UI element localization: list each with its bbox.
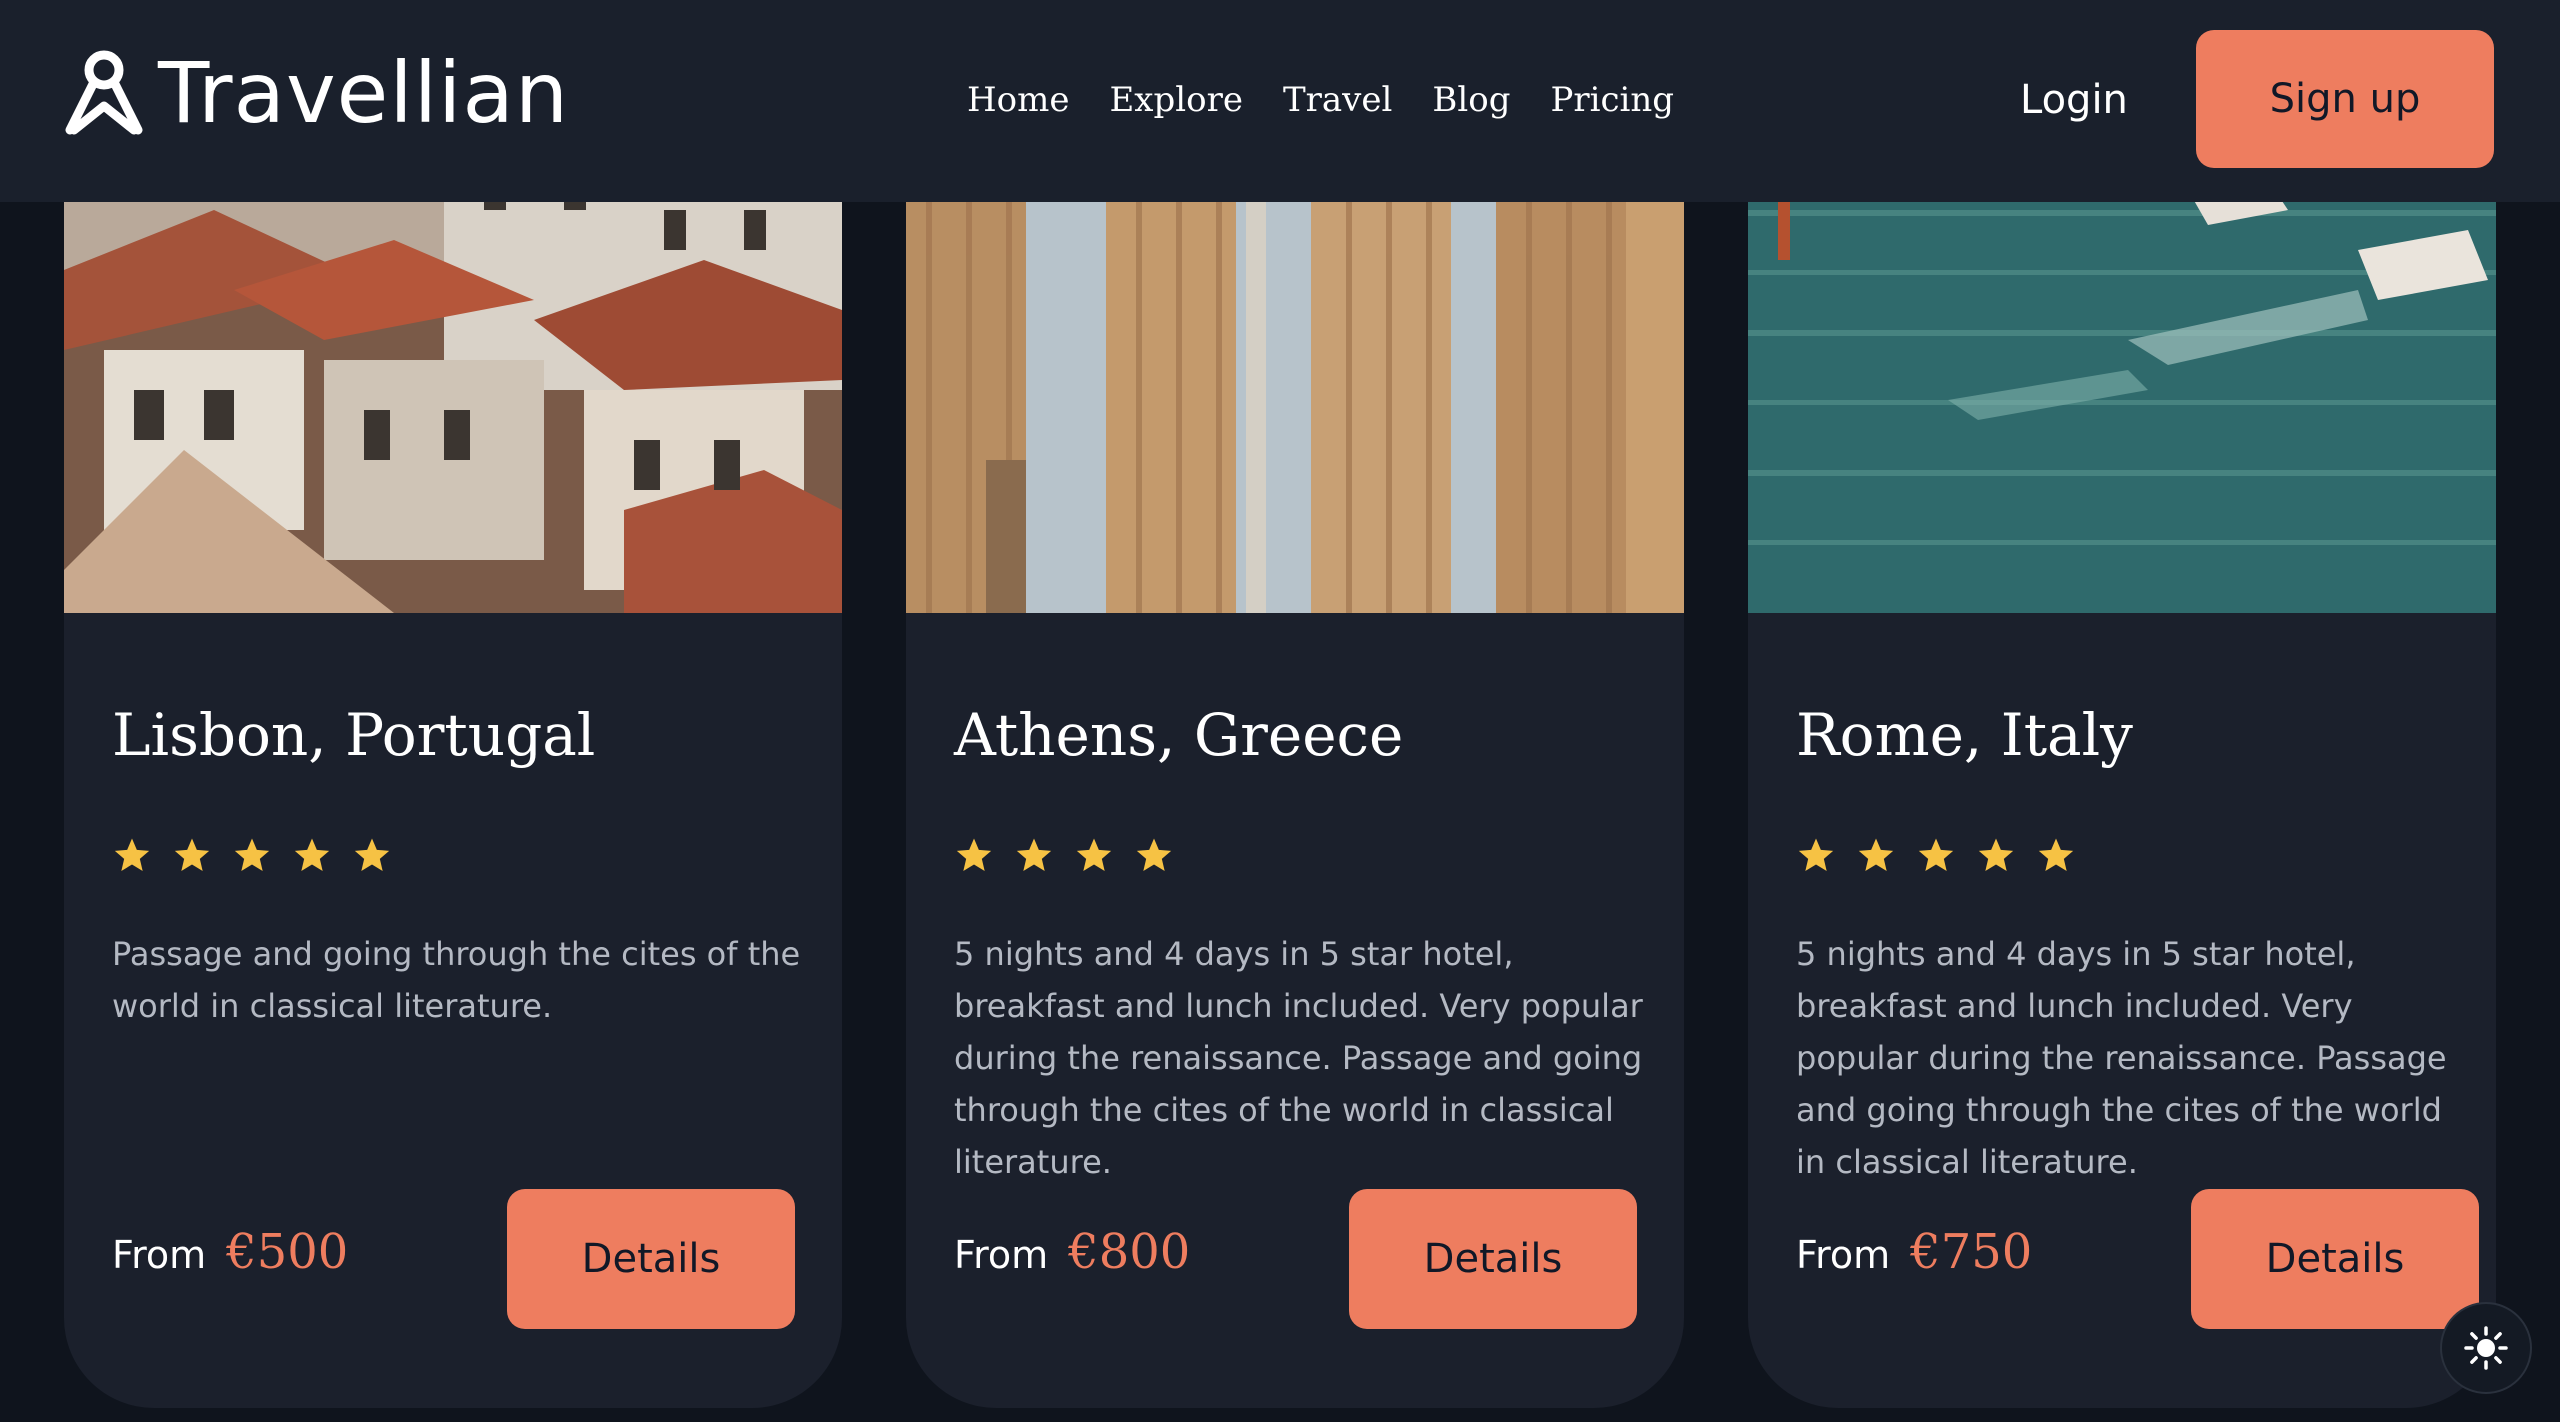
star-icon — [956, 838, 992, 871]
rating-stars — [112, 836, 392, 876]
price-row: From €800 — [954, 1224, 1190, 1280]
card-description: 5 nights and 4 days in 5 star hotel, bre… — [1796, 935, 2447, 1181]
star-icon — [1076, 838, 1112, 871]
nav-travel[interactable]: Travel — [1283, 76, 1392, 124]
star-icon — [1978, 838, 2014, 871]
logo[interactable]: Travellian — [64, 48, 569, 138]
site-header: Travellian Home Explore Travel Blog Pric… — [0, 0, 2560, 202]
star-icon — [1136, 838, 1172, 871]
from-label: From — [1796, 1233, 1891, 1277]
login-link[interactable]: Login — [2020, 72, 2128, 128]
nav-pricing[interactable]: Pricing — [1550, 76, 1674, 124]
rating-stars — [954, 836, 1174, 876]
star-icon — [234, 838, 270, 871]
nav-home[interactable]: Home — [967, 76, 1069, 124]
destination-card-lisbon: Lisbon, Portugal Passage and going throu… — [64, 150, 842, 1408]
star-icon — [1798, 838, 1834, 871]
star-icon — [1858, 838, 1894, 871]
card-title: Lisbon, Portugal — [112, 701, 596, 769]
boats-on-water-photo — [1748, 150, 2496, 613]
logo-icon — [65, 50, 143, 135]
star-icon — [174, 838, 210, 871]
sun-icon — [2464, 1326, 2508, 1370]
card-description: Passage and going through the cites of t… — [112, 935, 801, 1025]
theme-toggle-button[interactable] — [2440, 1302, 2532, 1394]
logo-text: Travellian — [158, 44, 570, 142]
card-title: Athens, Greece — [954, 701, 1404, 769]
details-button[interactable]: Details — [2191, 1189, 2479, 1329]
destination-card-athens: Athens, Greece 5 nights and 4 days in 5 … — [906, 150, 1684, 1408]
details-button[interactable]: Details — [1349, 1189, 1637, 1329]
price: €800 — [1068, 1224, 1191, 1280]
star-icon — [1016, 838, 1052, 871]
price-row: From €500 — [112, 1224, 348, 1280]
card-description: 5 nights and 4 days in 5 star hotel, bre… — [954, 935, 1643, 1181]
star-icon — [1918, 838, 1954, 871]
price: €500 — [226, 1224, 349, 1280]
star-icon — [2038, 838, 2074, 871]
card-title: Rome, Italy — [1796, 701, 2133, 769]
price: €750 — [1910, 1224, 2033, 1280]
star-icon — [114, 838, 150, 871]
rating-stars — [1796, 836, 2076, 876]
signup-button[interactable]: Sign up — [2196, 30, 2494, 168]
nav-blog[interactable]: Blog — [1432, 76, 1510, 124]
from-label: From — [112, 1233, 207, 1277]
details-button[interactable]: Details — [507, 1189, 795, 1329]
star-icon — [294, 838, 330, 871]
destination-card-rome: Rome, Italy 5 nights and 4 days in 5 sta… — [1748, 150, 2496, 1408]
lisbon-rooftops-photo — [64, 150, 842, 613]
from-label: From — [954, 1233, 1049, 1277]
greek-columns-photo — [906, 150, 1684, 613]
main-nav: Home Explore Travel Blog Pricing — [967, 76, 1674, 124]
star-icon — [354, 838, 390, 871]
nav-explore[interactable]: Explore — [1109, 76, 1242, 124]
price-row: From €750 — [1796, 1224, 2032, 1280]
